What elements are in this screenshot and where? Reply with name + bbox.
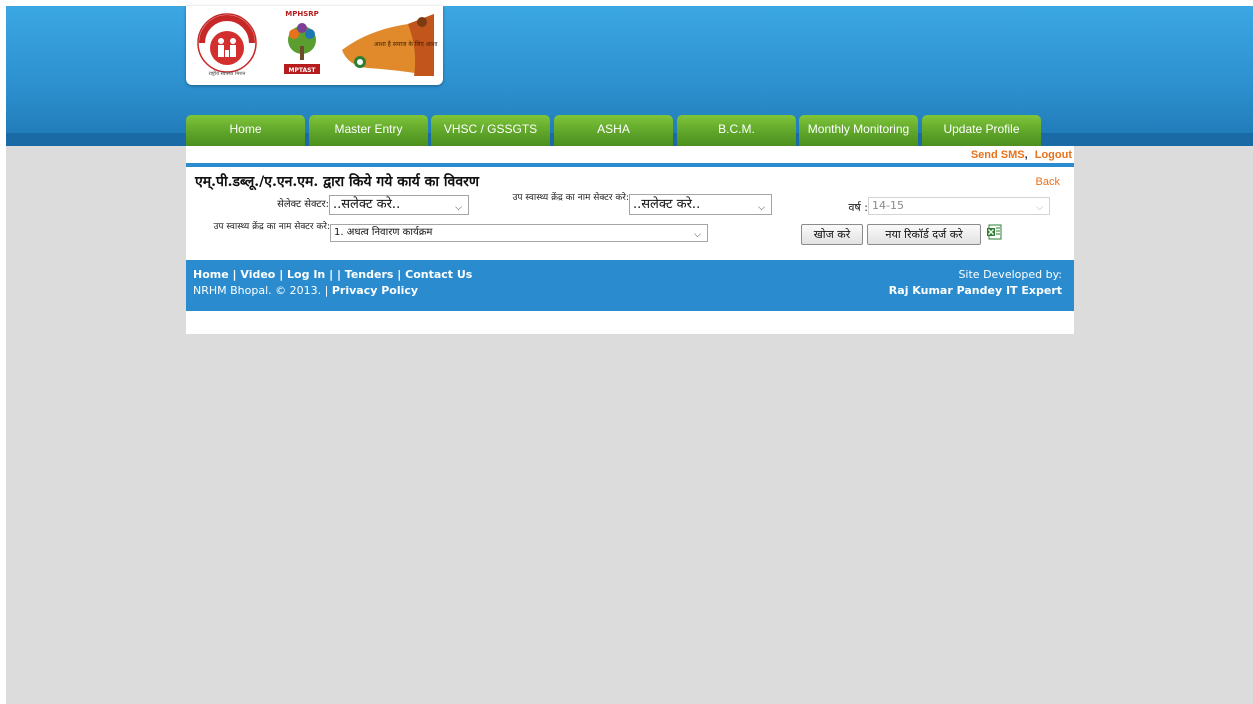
content-panel: Send SMS, Logout एम्.पी.डब्लू./ए.एन.एम. … (186, 146, 1074, 334)
sector-select[interactable]: ..सलेक्ट करे.. ⌵ (329, 195, 469, 215)
footer-link-login[interactable]: Log In (287, 268, 325, 281)
title-divider (186, 163, 1074, 167)
tab-update-profile[interactable]: Update Profile (922, 115, 1041, 146)
program-select[interactable]: 1. अधत्व निवारण कार्यक्रम ⌵ (330, 224, 708, 242)
footer-separator: | (275, 268, 288, 281)
tab-monthly-monitoring[interactable]: Monthly Monitoring (799, 115, 918, 146)
subcenter-label: उप स्वास्थ्य क्रेंद्र का नाम सेक्टर करे: (512, 193, 629, 203)
mphsrp-logo: MPHSRP MPTAST (284, 10, 320, 74)
logo-panel: राष्ट्रीय स्वास्थ्य मिशन MPHSRP MPTAST आ… (186, 6, 443, 85)
user-links: Send SMS, Logout (971, 149, 1072, 161)
footer: Home | Video | Log In | | Tenders | Cont… (186, 260, 1074, 311)
footer-link-tenders[interactable]: Tenders (345, 268, 394, 281)
year-select[interactable]: 14-15 ⌵ (868, 197, 1050, 215)
tab-vhsc-gssgts[interactable]: VHSC / GSSGTS (431, 115, 550, 146)
subcenter-select[interactable]: ..सलेक्ट करे.. ⌵ (629, 194, 772, 215)
tab-master-entry[interactable]: Master Entry (309, 115, 428, 146)
footer-links: Home | Video | Log In | | Tenders | Cont… (193, 268, 472, 281)
footer-link-home[interactable]: Home (193, 268, 229, 281)
nhm-logo: राष्ट्रीय स्वास्थ्य मिशन (197, 13, 257, 77)
developer-label: Site Developed by: (958, 268, 1062, 281)
developer-name: Raj Kumar Pandey IT Expert (888, 284, 1062, 297)
main-nav: Home Master Entry VHSC / GSSGTS ASHA B.C… (186, 115, 1056, 146)
svg-text:MPHSRP: MPHSRP (285, 10, 319, 18)
asha-logo: आशा है समाज के लिए आशा (342, 14, 438, 76)
svg-text:राष्ट्रीय स्वास्थ्य मिशन: राष्ट्रीय स्वास्थ्य मिशन (209, 70, 246, 77)
svg-text:आशा है समाज के लिए आशा: आशा है समाज के लिए आशा (374, 40, 438, 48)
program-label: उप स्वास्थ्य क्रेंद्र का नाम सेक्टर करे: (213, 222, 330, 232)
chevron-down-icon: ⌵ (694, 230, 701, 240)
footer-separator: | (336, 268, 345, 281)
send-sms-link[interactable]: Send SMS (971, 149, 1025, 161)
search-button[interactable]: खोज करे (801, 224, 863, 245)
user-links-separator: , (1024, 149, 1028, 161)
chevron-down-icon: ⌵ (1036, 203, 1043, 213)
excel-export-icon[interactable] (986, 224, 1002, 240)
footer-link-contact[interactable]: Contact Us (405, 268, 472, 281)
footer-separator: | (325, 268, 337, 281)
footer-developer: Site Developed by: Raj Kumar Pandey IT E… (889, 268, 1062, 297)
back-link[interactable]: Back (1036, 176, 1060, 188)
year-select-value: 14-15 (872, 199, 904, 212)
privacy-policy-link[interactable]: Privacy Policy (332, 284, 418, 297)
footer-copyright: NRHM Bhopal. © 2013. | Privacy Policy (193, 284, 418, 297)
footer-link-video[interactable]: Video (240, 268, 275, 281)
logout-link[interactable]: Logout (1035, 149, 1072, 161)
tab-bcm[interactable]: B.C.M. (677, 115, 796, 146)
page-title: एम्.पी.डब्लू./ए.एन.एम. द्वारा किये गये क… (195, 174, 479, 190)
footer-separator: | (228, 268, 241, 281)
sector-label: सेलेक्ट सेक्टर: (277, 199, 329, 210)
copyright-text: NRHM Bhopal. © 2013. | (193, 284, 332, 297)
sector-select-value: ..सलेक्ट करे.. (333, 197, 401, 212)
tab-home[interactable]: Home (186, 115, 305, 146)
new-record-button[interactable]: नया रिकॉर्ड दर्ज करे (867, 224, 981, 245)
subcenter-select-value: ..सलेक्ट करे.. (633, 197, 701, 212)
footer-separator: | (393, 268, 406, 281)
svg-text:MPTAST: MPTAST (288, 67, 316, 74)
chevron-down-icon: ⌵ (455, 203, 462, 213)
tab-asha[interactable]: ASHA (554, 115, 673, 146)
year-label: वर्ष : (848, 201, 868, 214)
program-select-value: 1. अधत्व निवारण कार्यक्रम (334, 227, 433, 238)
chevron-down-icon: ⌵ (758, 202, 765, 213)
